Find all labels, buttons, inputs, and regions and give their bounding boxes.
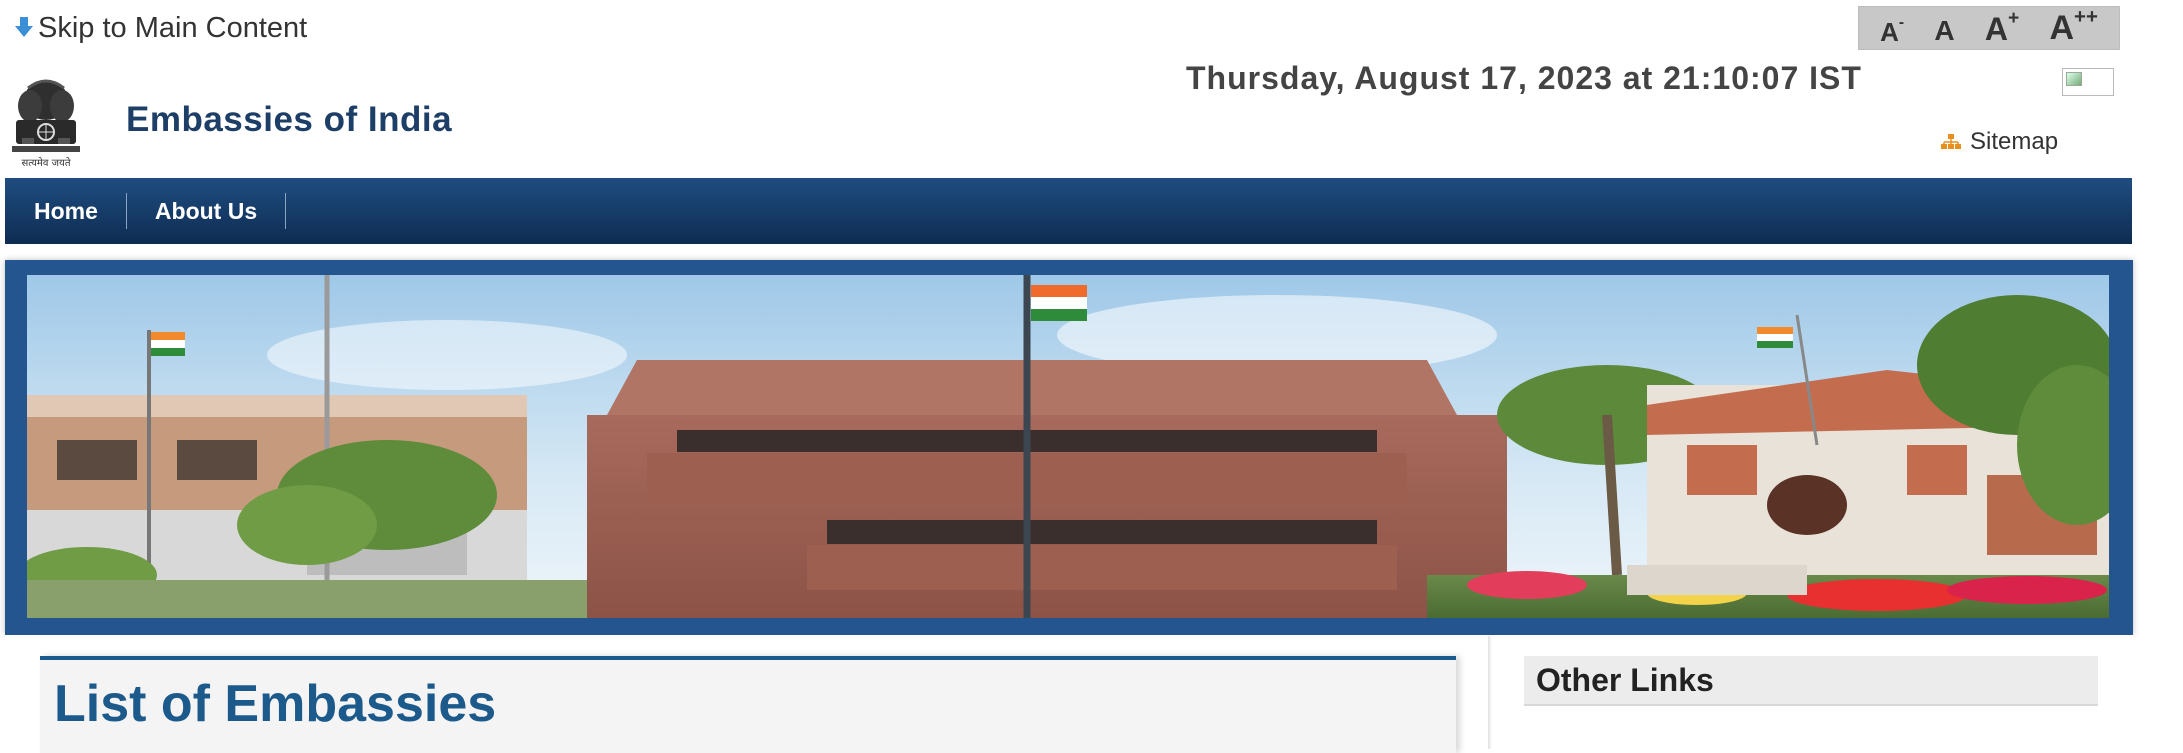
other-links-panel: Other Links (1524, 656, 2098, 706)
sitemap-label: Sitemap (1970, 128, 2059, 155)
embassy-banner-image (27, 275, 2109, 618)
font-increase-label: A (1984, 11, 2008, 47)
font-increase-sup: + (2007, 8, 2020, 29)
main-content-panel: List of Embassies (40, 656, 1456, 753)
font-decrease-button[interactable]: A- (1880, 15, 1904, 47)
font-large-increase-sup: ++ (2074, 6, 2098, 28)
font-normal-button[interactable]: A (1934, 17, 1954, 45)
font-large-increase-button[interactable]: A++ (2049, 7, 2097, 47)
nav-item-home[interactable]: Home (5, 193, 127, 229)
sitemap-icon (1941, 134, 1961, 149)
broken-image-icon (2062, 68, 2114, 96)
site-title[interactable]: Embassies of India (126, 100, 452, 140)
main-nav: Home About Us (5, 178, 2132, 244)
column-divider (1488, 636, 1492, 749)
banner-frame (5, 260, 2133, 635)
page-title: List of Embassies (54, 675, 497, 733)
font-decrease-sup: - (1898, 14, 1905, 31)
font-decrease-label: A (1880, 17, 1899, 47)
font-size-controls: A- A A+ A++ (1858, 6, 2120, 50)
skip-link-label: Skip to Main Content (38, 11, 308, 44)
font-normal-label: A (1934, 15, 1955, 46)
svg-text:सत्यमेव जयते: सत्यमेव जयते (21, 157, 70, 169)
skip-to-main-link[interactable]: Skip to Main Content (14, 8, 307, 48)
other-links-heading: Other Links (1536, 662, 1714, 698)
nav-item-about-us[interactable]: About Us (127, 193, 287, 229)
current-datetime: Thursday, August 17, 2023 at 21:10:07 IS… (1186, 60, 1862, 96)
sitemap-link[interactable]: Sitemap (1940, 128, 2058, 156)
down-arrow-icon (15, 17, 33, 37)
font-increase-button[interactable]: A+ (1984, 9, 2019, 47)
font-large-increase-label: A (2049, 9, 2075, 47)
national-emblem-logo: सत्यमेव जयते (12, 79, 80, 169)
